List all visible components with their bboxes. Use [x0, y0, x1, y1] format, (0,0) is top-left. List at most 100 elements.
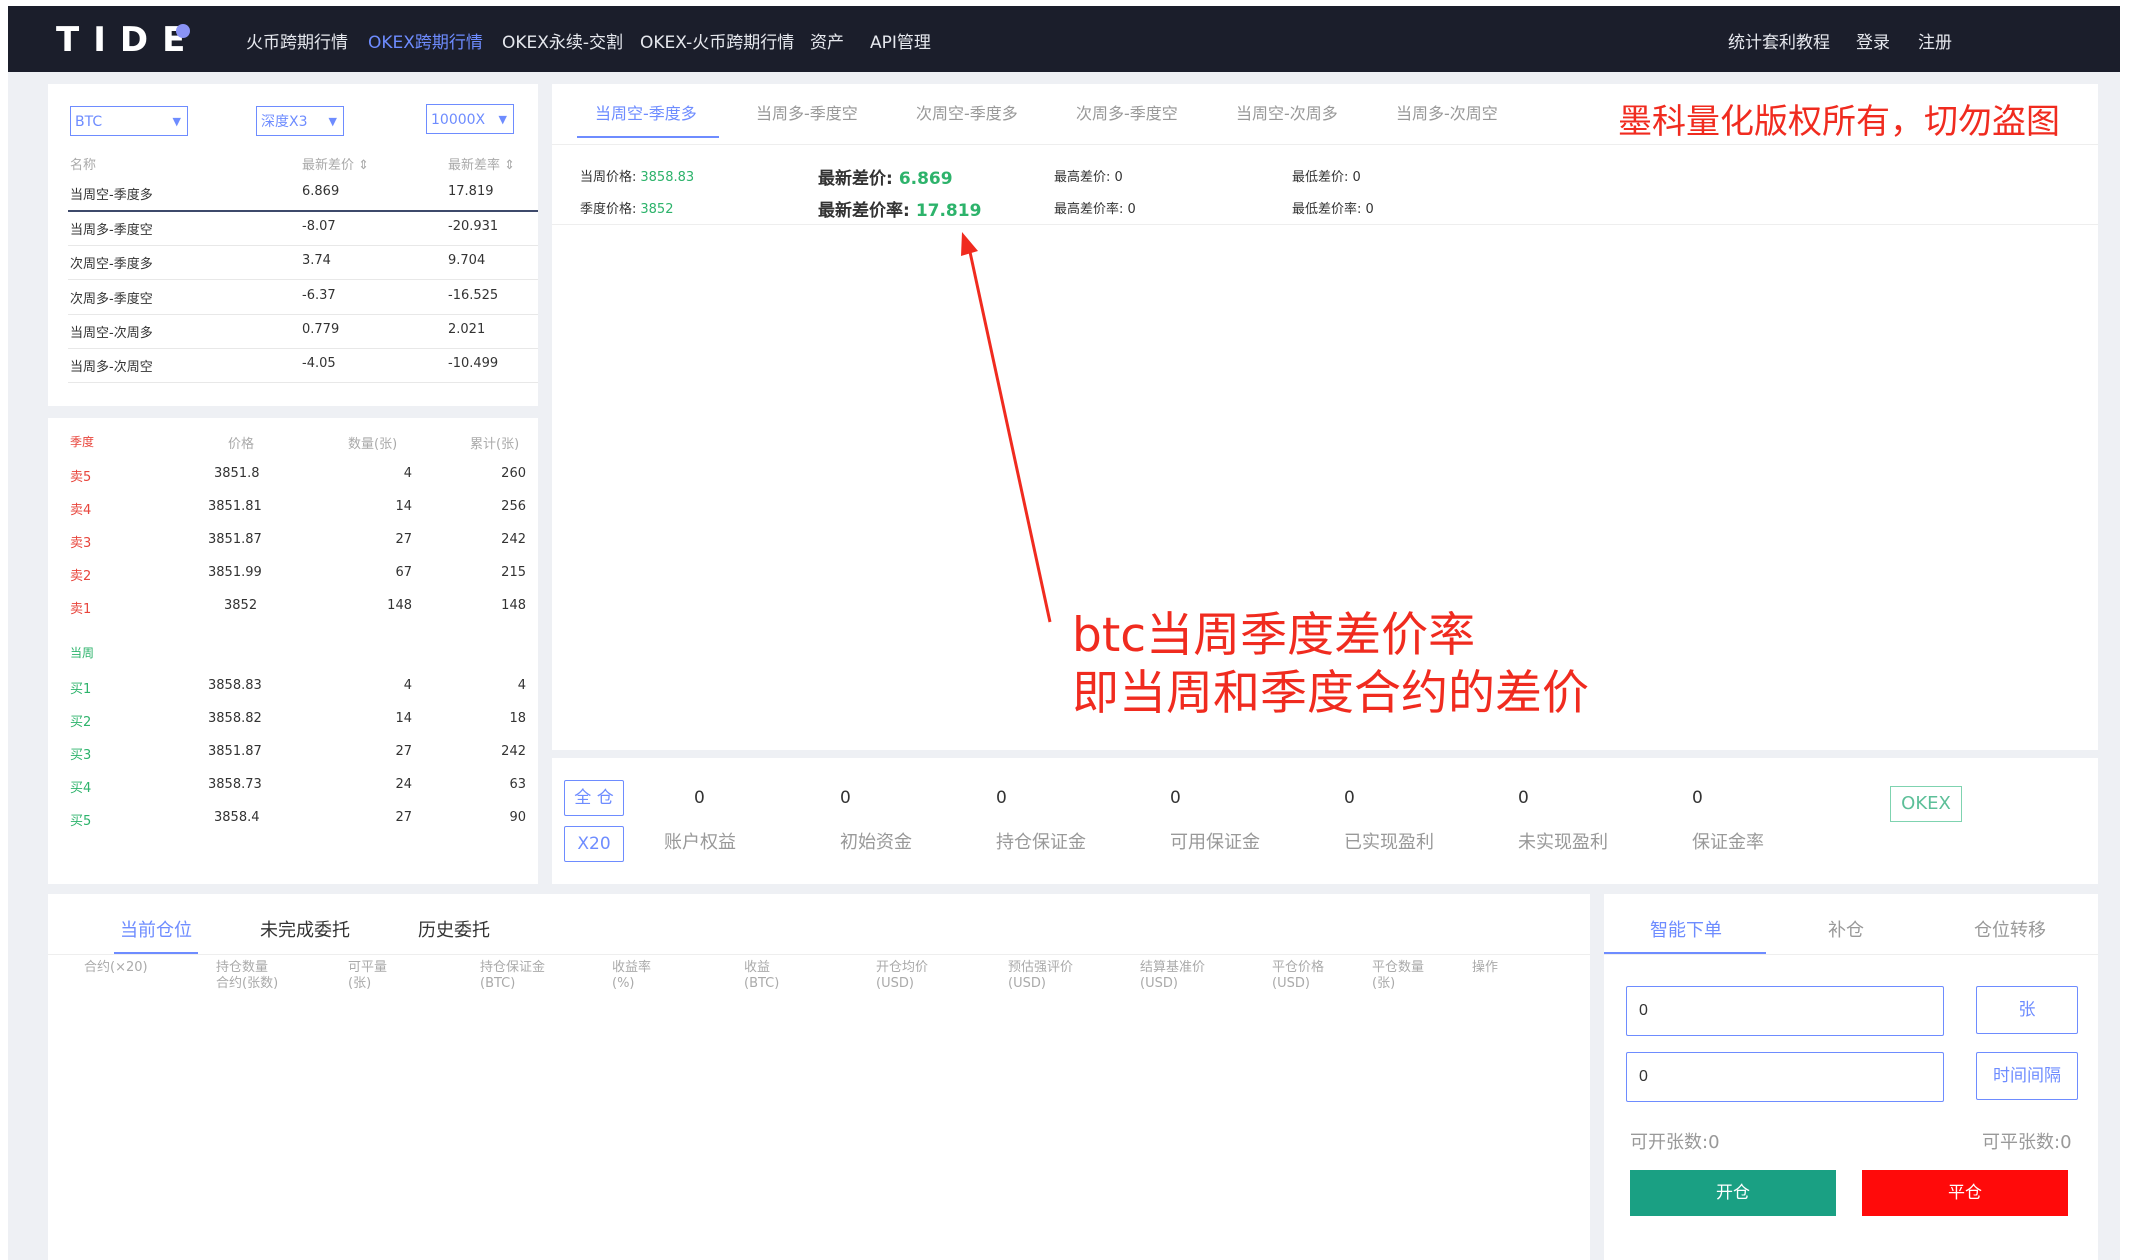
coin-select-value: BTC	[75, 114, 103, 130]
divider	[68, 314, 538, 315]
th-settlement-price: 结算基准价 (USD)	[1140, 960, 1206, 991]
spread-row-value: -4.05	[302, 356, 336, 371]
bid-qty: 4	[403, 678, 412, 693]
orderbook-mid-label: 当周	[70, 646, 95, 660]
top-nav-bar: TIDE 火币跨期行情 OKEX跨期行情 OKEX永续-交割 OKEX-火币跨期…	[8, 6, 2120, 72]
ask-price: 3852	[224, 598, 258, 613]
bid-label: 买4	[70, 781, 92, 796]
available-margin-value: 0	[1170, 788, 1181, 808]
bid-price: 3858.4	[214, 810, 260, 825]
ask-qty: 14	[395, 499, 412, 514]
bid-qty: 14	[395, 711, 412, 726]
bid-label: 买2	[70, 715, 92, 730]
tab-position-transfer[interactable]: 仓位转移	[1974, 916, 2046, 942]
bid-total: 242	[501, 744, 526, 759]
coin-select[interactable]: BTC ▼	[70, 106, 188, 136]
leverage-button[interactable]: X20	[564, 826, 624, 862]
divider	[1604, 954, 2098, 955]
ask-label: 卖1	[70, 602, 92, 617]
col-header-rate[interactable]: 最新差率 ⇕	[448, 154, 515, 173]
spread-row-value: 6.869	[302, 184, 340, 199]
tab-add-margin[interactable]: 补仓	[1828, 916, 1864, 942]
nav-tutorial[interactable]: 统计套利教程	[1728, 28, 1830, 53]
spread-row-value: 3.74	[302, 253, 331, 268]
nav-okex-futures[interactable]: OKEX跨期行情	[368, 28, 483, 53]
ask-label: 卖3	[70, 536, 92, 551]
amount-select-value: 10000X	[431, 112, 486, 128]
th-actions: 操作	[1472, 960, 1499, 975]
ask-qty: 27	[395, 532, 412, 547]
bid-price: 3858.82	[208, 711, 262, 726]
account-equity-value: 0	[694, 788, 705, 808]
bid-total: 90	[509, 810, 526, 825]
account-equity-label: 账户权益	[664, 832, 736, 853]
spread-row-rate: 17.819	[448, 184, 494, 199]
spread-row-rate: 9.704	[448, 253, 486, 268]
depth-select-value: 深度X3	[261, 114, 308, 130]
interval-unit-button[interactable]: 时间间隔	[1976, 1052, 2078, 1100]
spread-row-value: 0.779	[302, 322, 340, 337]
position-margin-value: 0	[996, 788, 1007, 808]
tab-open-orders[interactable]: 未完成委托	[260, 916, 350, 942]
selected-row-underline	[68, 210, 538, 212]
tab-smart-order[interactable]: 智能下单	[1650, 916, 1722, 942]
tab-order-history[interactable]: 历史委托	[418, 916, 490, 942]
nav-okex-perpetual[interactable]: OKEX永续-交割	[502, 28, 623, 53]
th-close-price: 平仓价格 (USD)	[1272, 960, 1325, 991]
spread-row-rate: -10.499	[448, 356, 499, 371]
nav-login[interactable]: 登录	[1856, 28, 1890, 53]
spread-row-rate: -20.931	[448, 219, 499, 234]
ask-price: 3851.81	[208, 499, 262, 514]
quantity-input[interactable]	[1626, 986, 1944, 1036]
account-panel: 全 仓 X20 0 账户权益 0 初始资金 0 持仓保证金 0 可用保证金 0 …	[552, 758, 2098, 884]
bid-total: 4	[517, 678, 526, 693]
col-header-spread[interactable]: 最新差价 ⇕	[302, 154, 369, 173]
spread-row-name: 当周空-次周多	[70, 326, 153, 341]
open-position-button[interactable]: 开仓	[1630, 1170, 1836, 1216]
th-close-qty: 平仓数量 (张)	[1372, 960, 1425, 991]
ask-total: 242	[501, 532, 526, 547]
nav-api[interactable]: API管理	[870, 28, 931, 53]
chevron-down-icon: ▼	[328, 115, 337, 128]
th-position-qty: 持仓数量 合约(张数)	[216, 960, 279, 991]
interval-input[interactable]	[1626, 1052, 1944, 1102]
amount-select[interactable]: 10000X ▼	[426, 104, 514, 134]
nav-okex-huobi[interactable]: OKEX-火币跨期行情	[640, 28, 794, 53]
realized-profit-value: 0	[1344, 788, 1355, 808]
can-open-qty: 可开张数:0	[1630, 1132, 1720, 1153]
bid-qty: 27	[395, 810, 412, 825]
margin-ratio-value: 0	[1692, 788, 1703, 808]
th-liquidation-price: 预估强评价 (USD)	[1008, 960, 1074, 991]
spread-row-rate: 2.021	[448, 322, 486, 337]
spread-row-rate: -16.525	[448, 288, 499, 303]
initial-funds-value: 0	[840, 788, 851, 808]
spread-row-name: 当周空-季度多	[70, 188, 153, 203]
ask-qty: 148	[387, 598, 412, 613]
spread-row-name: 次周多-季度空	[70, 292, 153, 307]
ask-label: 卖5	[70, 470, 92, 485]
nav-register[interactable]: 注册	[1918, 28, 1952, 53]
spread-row-name: 当周多-季度空	[70, 223, 153, 238]
divider	[68, 382, 538, 383]
depth-select[interactable]: 深度X3 ▼	[256, 106, 344, 136]
orderbook-header-price: 价格	[228, 437, 255, 452]
unrealized-profit-label: 未实现盈利	[1518, 832, 1608, 853]
ask-total: 148	[501, 598, 526, 613]
spread-list-panel: BTC ▼ 深度X3 ▼ 10000X ▼ 名称 最新差价 ⇕ 最新差率 ⇕ 当周空-…	[48, 84, 538, 406]
nav-huobi-futures[interactable]: 火币跨期行情	[246, 28, 348, 53]
app-frame: TIDE 火币跨期行情 OKEX跨期行情 OKEX永续-交割 OKEX-火币跨期…	[8, 6, 2120, 1260]
quantity-unit-button[interactable]: 张	[1976, 986, 2078, 1034]
bid-total: 18	[509, 711, 526, 726]
spread-row-value: -6.37	[302, 288, 336, 303]
bid-price: 3851.87	[208, 744, 262, 759]
unrealized-profit-value: 0	[1518, 788, 1529, 808]
nav-assets[interactable]: 资产	[810, 28, 844, 53]
divider	[68, 348, 538, 349]
ask-label: 卖4	[70, 503, 92, 518]
close-position-button[interactable]: 平仓	[1862, 1170, 2068, 1216]
available-margin-label: 可用保证金	[1170, 832, 1260, 853]
margin-mode-button[interactable]: 全 仓	[564, 780, 624, 816]
tab-current-positions[interactable]: 当前仓位	[120, 916, 192, 942]
initial-funds-label: 初始资金	[840, 832, 912, 853]
divider	[68, 279, 538, 280]
